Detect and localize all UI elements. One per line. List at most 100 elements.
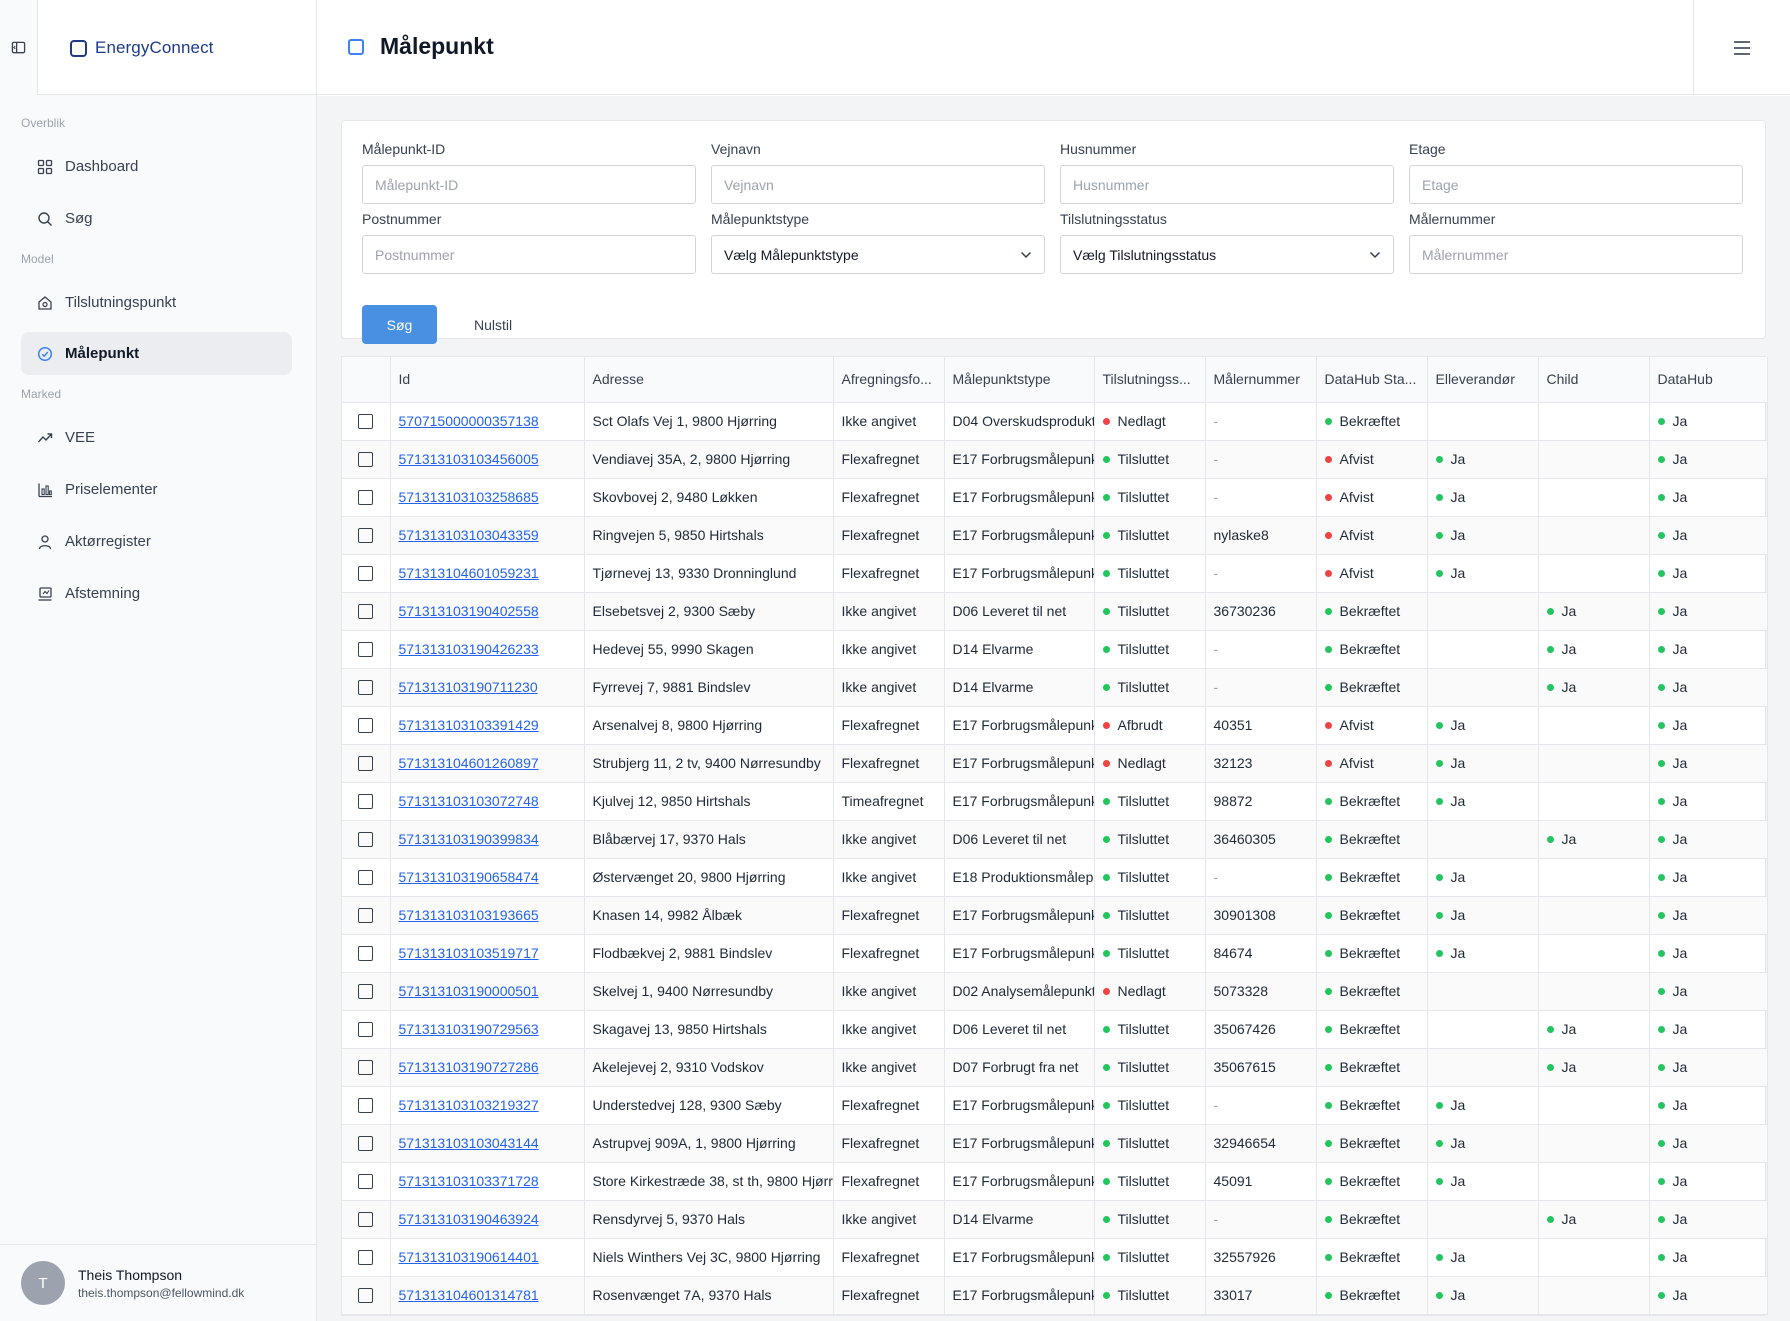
sidebar-item-vee[interactable]: VEE xyxy=(21,416,292,459)
app-logo[interactable]: EnergyConnect xyxy=(70,38,214,58)
malepunkt-id-link[interactable]: 571313104601314781 xyxy=(399,1287,539,1303)
column-header[interactable]: DataHub Sta... xyxy=(1316,357,1428,403)
sidebar-item-search[interactable]: Søg xyxy=(21,197,292,240)
malepunkt-id-link[interactable]: 571313103190402558 xyxy=(399,603,539,619)
column-header[interactable]: Id xyxy=(390,357,585,403)
row-checkbox[interactable] xyxy=(358,870,374,886)
row-checkbox[interactable] xyxy=(358,1212,374,1228)
etage-input[interactable]: Etage xyxy=(1409,165,1743,204)
table-row[interactable]: 571313103190711230 Fyrrevej 7, 9881 Binds… xyxy=(342,668,1768,707)
malepunkt-id-link[interactable]: 571313103190000501 xyxy=(399,983,539,999)
table-row[interactable]: 571313103103371728 Store Kirkestræde 38, … xyxy=(342,1162,1768,1201)
table-row[interactable]: 571313103190729563 Skagavej 13, 9850 Hirt… xyxy=(342,1010,1768,1049)
row-checkbox[interactable] xyxy=(358,528,374,544)
malepunkt-id-link[interactable]: 571313103103519717 xyxy=(399,945,539,961)
table-row[interactable]: 571313103103043359 Ringvejen 5, 9850 Hirt… xyxy=(342,516,1768,555)
column-header[interactable]: Målepunktstype xyxy=(944,357,1095,403)
table-row[interactable]: 571313103103193665 Knasen 14, 9982 Ålbæk F… xyxy=(342,896,1768,935)
column-header[interactable]: Målernummer xyxy=(1205,357,1317,403)
row-checkbox[interactable] xyxy=(358,452,374,468)
tilslutningsstatus-select[interactable]: Vælg Tilslutningsstatus xyxy=(1060,235,1394,274)
menu-button[interactable] xyxy=(1693,0,1790,95)
sidebar-toggle-button[interactable] xyxy=(0,0,38,95)
user-profile[interactable]: T Theis Thompson theis.thompson@fellowmi… xyxy=(0,1244,316,1321)
sidebar-item-priselementer[interactable]: Priselementer xyxy=(21,468,292,511)
husnummer-input[interactable]: Husnummer xyxy=(1060,165,1394,204)
row-checkbox[interactable] xyxy=(358,1174,374,1190)
row-checkbox[interactable] xyxy=(358,680,374,696)
row-checkbox[interactable] xyxy=(358,946,374,962)
malepunktstype-select[interactable]: Vælg Målepunktstype xyxy=(711,235,1045,274)
malernummer-input[interactable]: Målernummer xyxy=(1409,235,1743,274)
column-header[interactable]: Adresse xyxy=(584,357,834,403)
column-header[interactable]: Tilslutningss... xyxy=(1094,357,1206,403)
row-checkbox[interactable] xyxy=(358,414,374,430)
row-checkbox[interactable] xyxy=(358,490,374,506)
table-row[interactable]: 571313103190426233 Hedevej 55, 9990 Skage… xyxy=(342,630,1768,669)
malepunkt-id-link[interactable]: 570715000000357138 xyxy=(399,413,539,429)
row-checkbox[interactable] xyxy=(358,756,374,772)
malepunkt-id-link[interactable]: 571313103103258685 xyxy=(399,489,539,505)
row-checkbox[interactable] xyxy=(358,1288,374,1304)
table-row[interactable]: 571313103103219327 Understedvej 128, 9300… xyxy=(342,1086,1768,1125)
malepunkt-id-link[interactable]: 571313103103456005 xyxy=(399,451,539,467)
table-row[interactable]: 571313104601059231 Tjørnevej 13, 9330 Dro… xyxy=(342,554,1768,593)
table-row[interactable]: 571313103190463924 Rensdyrvej 5, 9370 Hal… xyxy=(342,1200,1768,1239)
column-header[interactable]: Elleverandør xyxy=(1427,357,1539,403)
row-checkbox[interactable] xyxy=(358,1136,374,1152)
table-row[interactable]: 571313104601260897 Strubjerg 11, 2 tv, 94… xyxy=(342,744,1768,783)
malepunkt-id-link[interactable]: 571313103190727286 xyxy=(399,1059,539,1075)
malepunkt-id-link[interactable]: 571313104601260897 xyxy=(399,755,539,771)
row-checkbox[interactable] xyxy=(358,604,374,620)
table-row[interactable]: 571313103103456005 Vendiavej 35A, 2, 9800… xyxy=(342,440,1768,479)
malepunkt-id-link[interactable]: 571313103103043359 xyxy=(399,527,539,543)
malepunkt-id-link[interactable]: 571313103190658474 xyxy=(399,869,539,885)
search-button[interactable]: Søg xyxy=(362,305,437,344)
malepunkt-id-link[interactable]: 571313103103371728 xyxy=(399,1173,539,1189)
malepunkt-id-link[interactable]: 571313103103391429 xyxy=(399,717,539,733)
malepunkt-id-link[interactable]: 571313103103193665 xyxy=(399,907,539,923)
row-checkbox[interactable] xyxy=(358,1098,374,1114)
reset-button[interactable]: Nulstil xyxy=(462,305,524,344)
row-checkbox[interactable] xyxy=(358,718,374,734)
malepunkt-id-link[interactable]: 571313103190729563 xyxy=(399,1021,539,1037)
table-row[interactable]: 571313103190658474 Østervænget 20, 9800 H… xyxy=(342,858,1768,897)
table-row[interactable]: 571313104601314781 Rosenvænget 7A, 9370 H… xyxy=(342,1276,1768,1315)
table-row[interactable]: 571313103190614401 Niels Winthers Vej 3C,… xyxy=(342,1238,1768,1277)
table-row[interactable]: 571313103190399834 Blåbærvej 17, 9370 Hal… xyxy=(342,820,1768,859)
table-row[interactable]: 571313103103258685 Skovbovej 2, 9480 Løkk… xyxy=(342,478,1768,517)
malepunkt-id-link[interactable]: 571313103190399834 xyxy=(399,831,539,847)
malepunkt-id-link[interactable]: 571313103103219327 xyxy=(399,1097,539,1113)
row-checkbox[interactable] xyxy=(358,794,374,810)
sidebar-item-malepunkt[interactable]: Målepunkt xyxy=(21,332,292,375)
malepunkt-id-link[interactable]: 571313103103043144 xyxy=(399,1135,539,1151)
postnummer-input[interactable]: Postnummer xyxy=(362,235,696,274)
row-checkbox[interactable] xyxy=(358,566,374,582)
malepunkt-id-input[interactable]: Målepunkt-ID xyxy=(362,165,696,204)
column-header[interactable]: Child xyxy=(1538,357,1650,403)
table-row[interactable]: 571313103103043144 Astrupvej 909A, 1, 980… xyxy=(342,1124,1768,1163)
malepunkt-id-link[interactable]: 571313103103072748 xyxy=(399,793,539,809)
row-checkbox[interactable] xyxy=(358,832,374,848)
sidebar-item-dashboard[interactable]: Dashboard xyxy=(21,145,292,188)
column-header[interactable]: DataHub xyxy=(1649,357,1768,403)
table-row[interactable]: 570715000000357138 Sct Olafs Vej 1, 9800 … xyxy=(342,402,1768,441)
sidebar-item-aktorregister[interactable]: Aktørregister xyxy=(21,520,292,563)
row-checkbox[interactable] xyxy=(358,984,374,1000)
table-row[interactable]: 571313103103519717 Flodbækvej 2, 9881 Bin… xyxy=(342,934,1768,973)
sidebar-item-tilslutningspunkt[interactable]: Tilslutningspunkt xyxy=(21,281,292,324)
table-row[interactable]: 571313103190402558 Elsebetsvej 2, 9300 Sæ… xyxy=(342,592,1768,631)
vejnavn-input[interactable]: Vejnavn xyxy=(711,165,1045,204)
column-header[interactable]: Afregningsfo... xyxy=(833,357,945,403)
malepunkt-id-link[interactable]: 571313103190711230 xyxy=(399,679,538,695)
malepunkt-id-link[interactable]: 571313103190614401 xyxy=(399,1249,539,1265)
table-row[interactable]: 571313103190000501 Skelvej 1, 9400 Nørres… xyxy=(342,972,1768,1011)
row-checkbox[interactable] xyxy=(358,1250,374,1266)
table-row[interactable]: 571313103103391429 Arsenalvej 8, 9800 Hjø… xyxy=(342,706,1768,745)
malepunkt-id-link[interactable]: 571313103190426233 xyxy=(399,641,539,657)
row-checkbox[interactable] xyxy=(358,642,374,658)
row-checkbox[interactable] xyxy=(358,1022,374,1038)
table-row[interactable]: 571313103103072748 Kjulvej 12, 9850 Hirts… xyxy=(342,782,1768,821)
malepunkt-id-link[interactable]: 571313103190463924 xyxy=(399,1211,539,1227)
sidebar-item-afstemning[interactable]: Afstemning xyxy=(21,572,292,615)
